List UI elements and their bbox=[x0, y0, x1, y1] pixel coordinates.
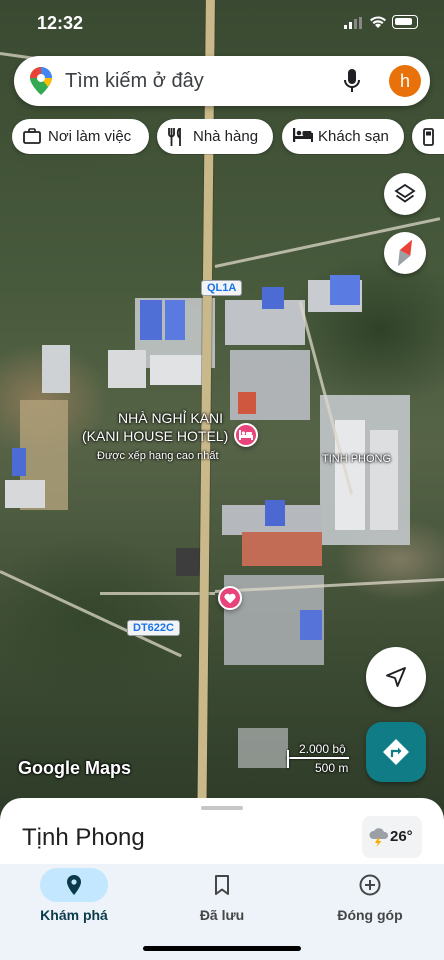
microphone-icon[interactable] bbox=[344, 69, 360, 93]
cellular-signal-icon bbox=[344, 17, 362, 29]
briefcase-icon bbox=[23, 128, 41, 144]
tab-label: Đã lưu bbox=[199, 907, 245, 923]
category-chips: Nơi làm việc Nhà hàng Khách sạn bbox=[12, 119, 444, 155]
hotel-icon bbox=[293, 128, 313, 142]
wifi-icon bbox=[370, 16, 386, 28]
battery-icon bbox=[392, 15, 418, 29]
tab-label: Khám phá bbox=[40, 907, 108, 923]
chip-workplace[interactable]: Nơi làm việc bbox=[12, 119, 149, 154]
saved-favorite-pin[interactable] bbox=[218, 586, 242, 610]
search-bar[interactable]: Tìm kiếm ở đây h bbox=[14, 56, 430, 106]
tab-label: Đóng góp bbox=[337, 907, 403, 923]
weather-badge[interactable]: 26° bbox=[362, 816, 422, 858]
tab-contribute[interactable]: Đóng góp bbox=[296, 864, 444, 960]
explore-pin-icon bbox=[67, 875, 81, 895]
clock: 12:32 bbox=[37, 13, 84, 33]
temperature: 26° bbox=[390, 828, 413, 845]
status-bar: 12:32 bbox=[0, 0, 444, 46]
chip-restaurant[interactable]: Nhà hàng bbox=[157, 119, 273, 154]
add-circle-icon bbox=[359, 874, 381, 896]
gas-station-icon bbox=[423, 128, 434, 146]
hotel-name-label-en[interactable]: (KANI HOUSE HOTEL) bbox=[82, 428, 228, 444]
hotel-rating-label: Được xếp hạng cao nhất bbox=[97, 450, 219, 462]
home-indicator bbox=[143, 946, 301, 951]
hotel-name-label[interactable]: NHÀ NGHỈ KANI bbox=[118, 410, 223, 426]
chip-hotel[interactable]: Khách sạn bbox=[282, 119, 404, 154]
area-label-tinh-phong: TỊNH PHONG bbox=[322, 453, 392, 465]
chip-label: Nhà hàng bbox=[193, 128, 259, 145]
road-shield-dt622c: DT622C bbox=[127, 620, 180, 636]
bookmark-icon bbox=[215, 875, 229, 895]
my-location-button[interactable] bbox=[366, 647, 426, 707]
tab-explore[interactable]: Khám phá bbox=[0, 864, 148, 960]
directions-icon bbox=[383, 739, 409, 765]
google-maps-logo: Google Maps bbox=[18, 758, 132, 778]
heart-icon bbox=[224, 593, 236, 604]
scale-label-imperial: 2.000 bộ bbox=[299, 742, 346, 756]
google-maps-pin-icon bbox=[30, 67, 52, 95]
layers-icon bbox=[394, 183, 416, 203]
thunderstorm-icon bbox=[369, 828, 389, 847]
scale-bar: 2.000 bộ 500 m bbox=[287, 742, 357, 775]
chip-label: Nơi làm việc bbox=[48, 128, 132, 145]
directions-button[interactable] bbox=[366, 722, 426, 782]
search-placeholder[interactable]: Tìm kiếm ở đây bbox=[65, 70, 204, 93]
compass-icon bbox=[397, 239, 413, 267]
sheet-drag-handle[interactable] bbox=[201, 806, 243, 810]
compass-button[interactable] bbox=[384, 232, 426, 274]
scale-label-metric: 500 m bbox=[315, 761, 349, 775]
hotel-pin[interactable] bbox=[234, 423, 258, 447]
bed-icon bbox=[239, 430, 253, 440]
chip-label: Khách sạn bbox=[318, 128, 389, 145]
place-title: Tịnh Phong bbox=[22, 824, 145, 851]
restaurant-icon bbox=[168, 128, 181, 146]
navigation-arrow-icon bbox=[386, 667, 406, 687]
chip-gas-station[interactable] bbox=[412, 119, 444, 154]
account-avatar[interactable]: h bbox=[389, 65, 421, 97]
layers-button[interactable] bbox=[384, 173, 426, 215]
road-shield-ql1a: QL1A bbox=[201, 280, 243, 296]
